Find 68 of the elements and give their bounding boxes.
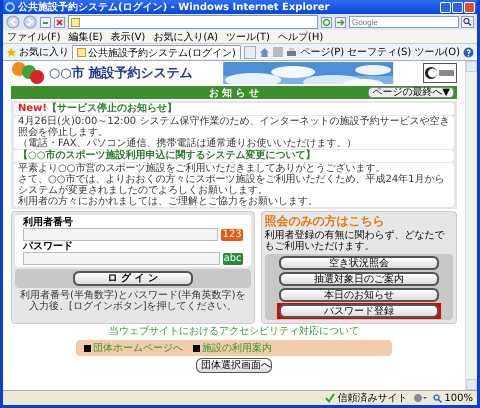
page-icon [77, 48, 86, 57]
home-icon[interactable] [259, 46, 270, 58]
refresh-icon[interactable] [321, 16, 332, 28]
new-tab-button[interactable] [244, 46, 256, 58]
zoom-control[interactable]: 100% [433, 392, 473, 404]
toolbar-menu[interactable]: ページ(P) [300, 45, 344, 59]
window-title: 公共施設予約システム(ログイン) - Windows Internet Explorer [18, 0, 330, 14]
login-note: 利用者番号(半角数字)とパスワード(半角英数字)を 入力後、[ログインボタン]を押してください。 [18, 290, 247, 312]
minimize-button[interactable] [440, 2, 451, 12]
page-icon [71, 18, 80, 26]
menu-item[interactable]: ツール(T) [226, 30, 270, 44]
favorites-label: お気に入り [19, 46, 69, 59]
field-label: パスワード [23, 241, 74, 252]
notice-text: （電話・FAX、パソコン通信、携帯電話は通常通りお使いいただけます。） [18, 138, 358, 149]
password-field[interactable] [23, 252, 220, 265]
menu-item[interactable]: 編集(E) [68, 30, 103, 44]
notice-text: 4月26日(火)0:00～12:00 システム保守作業のため、インターネットの施設予約サービスや空き照会を停止します。 [18, 116, 450, 138]
star-icon [6, 46, 17, 58]
notice-text: さて、○○市では、よりおおくの方々にスポーツ施設をご利用いただくため、平成24年1月からシステムが変更されましたのでよろしくお願いします。 [18, 174, 446, 196]
stop-icon[interactable] [54, 16, 65, 28]
section-title: お 知 ら せ [208, 86, 260, 100]
print-icon[interactable] [286, 46, 298, 58]
check-icon [325, 393, 336, 403]
accessibility-link[interactable]: 当ウェブサイトにおけるアクセシビリティ対応について [11, 326, 457, 338]
system-title: 施設予約システム [88, 65, 193, 82]
notice-text: 利用者の方々におかれましては、ご理解とご協力をお願いします。 [18, 196, 319, 207]
inquiry-heading: 照会のみの方はこちら [264, 215, 386, 228]
go-arrow-icon[interactable] [335, 16, 346, 28]
inquiry-description: 利用者登録の有無に関わらず、どなたでもご利用いただけます。 [264, 230, 446, 252]
browser-logo-icon [5, 2, 15, 12]
inquiry-button[interactable]: 本日のお知らせ [278, 288, 439, 302]
user-number-field[interactable] [23, 228, 218, 241]
inquiry-button[interactable]: パスワード登録 [278, 304, 439, 318]
field-label: 利用者番号 [23, 217, 74, 228]
magnifier-icon [433, 394, 442, 402]
input-type-badge: abc [222, 252, 243, 264]
menu-item[interactable]: ヘルプ(H) [278, 30, 324, 44]
back-button-icon[interactable] [6, 15, 20, 29]
help-icon[interactable] [463, 46, 474, 58]
input-type-badge: 123 [221, 228, 243, 240]
menu-item[interactable]: ファイル(F) [7, 30, 61, 44]
notice-title: 【○○市のスポーツ施設利用申込に関するシステム変更について】 [18, 150, 316, 161]
notice-title: 【サービス停止のお知らせ】 [46, 103, 177, 114]
inquiry-button[interactable]: 抽選対象日のご案内 [278, 272, 439, 286]
city-name: ○○市 [49, 64, 85, 82]
login-button[interactable]: ロ グ イ ン [72, 271, 193, 286]
notice-text: 平素より○○市営のスポーツ施設をご利用いただきましてありがとうございます。 [18, 163, 386, 174]
close-button[interactable] [464, 2, 475, 12]
search-icon[interactable] [461, 16, 474, 28]
favorites-button[interactable]: お気に入り [6, 45, 69, 59]
security-zone: 信頼済みサイト [337, 392, 408, 405]
browser-tab[interactable]: 公共施設予約システム(ログイン) [72, 45, 241, 59]
bullet-icon [193, 344, 200, 352]
address-field[interactable] [68, 15, 318, 29]
tab-label: 公共施設予約システム(ログイン) [88, 46, 236, 60]
toolbar-menu[interactable]: セーフティ(S) [347, 45, 412, 59]
maximize-button[interactable] [452, 2, 463, 12]
bullet-icon [84, 344, 91, 352]
page-bottom-button[interactable]: ページの最終へ▼ [368, 87, 454, 98]
speech-bubbles-logo [11, 61, 45, 85]
search-field[interactable]: Google [349, 16, 459, 28]
group-select-button[interactable]: 団体選択画面へ [196, 358, 272, 373]
new-label: New! [18, 103, 47, 114]
toolbar-menu[interactable]: ツール(O) [414, 45, 460, 59]
forward-button-icon[interactable] [23, 15, 37, 29]
menu-item[interactable]: 表示(V) [110, 30, 146, 44]
inquiry-button[interactable]: 空き状況照会 [278, 256, 439, 270]
menu-item[interactable]: お気に入り(A) [153, 30, 218, 44]
